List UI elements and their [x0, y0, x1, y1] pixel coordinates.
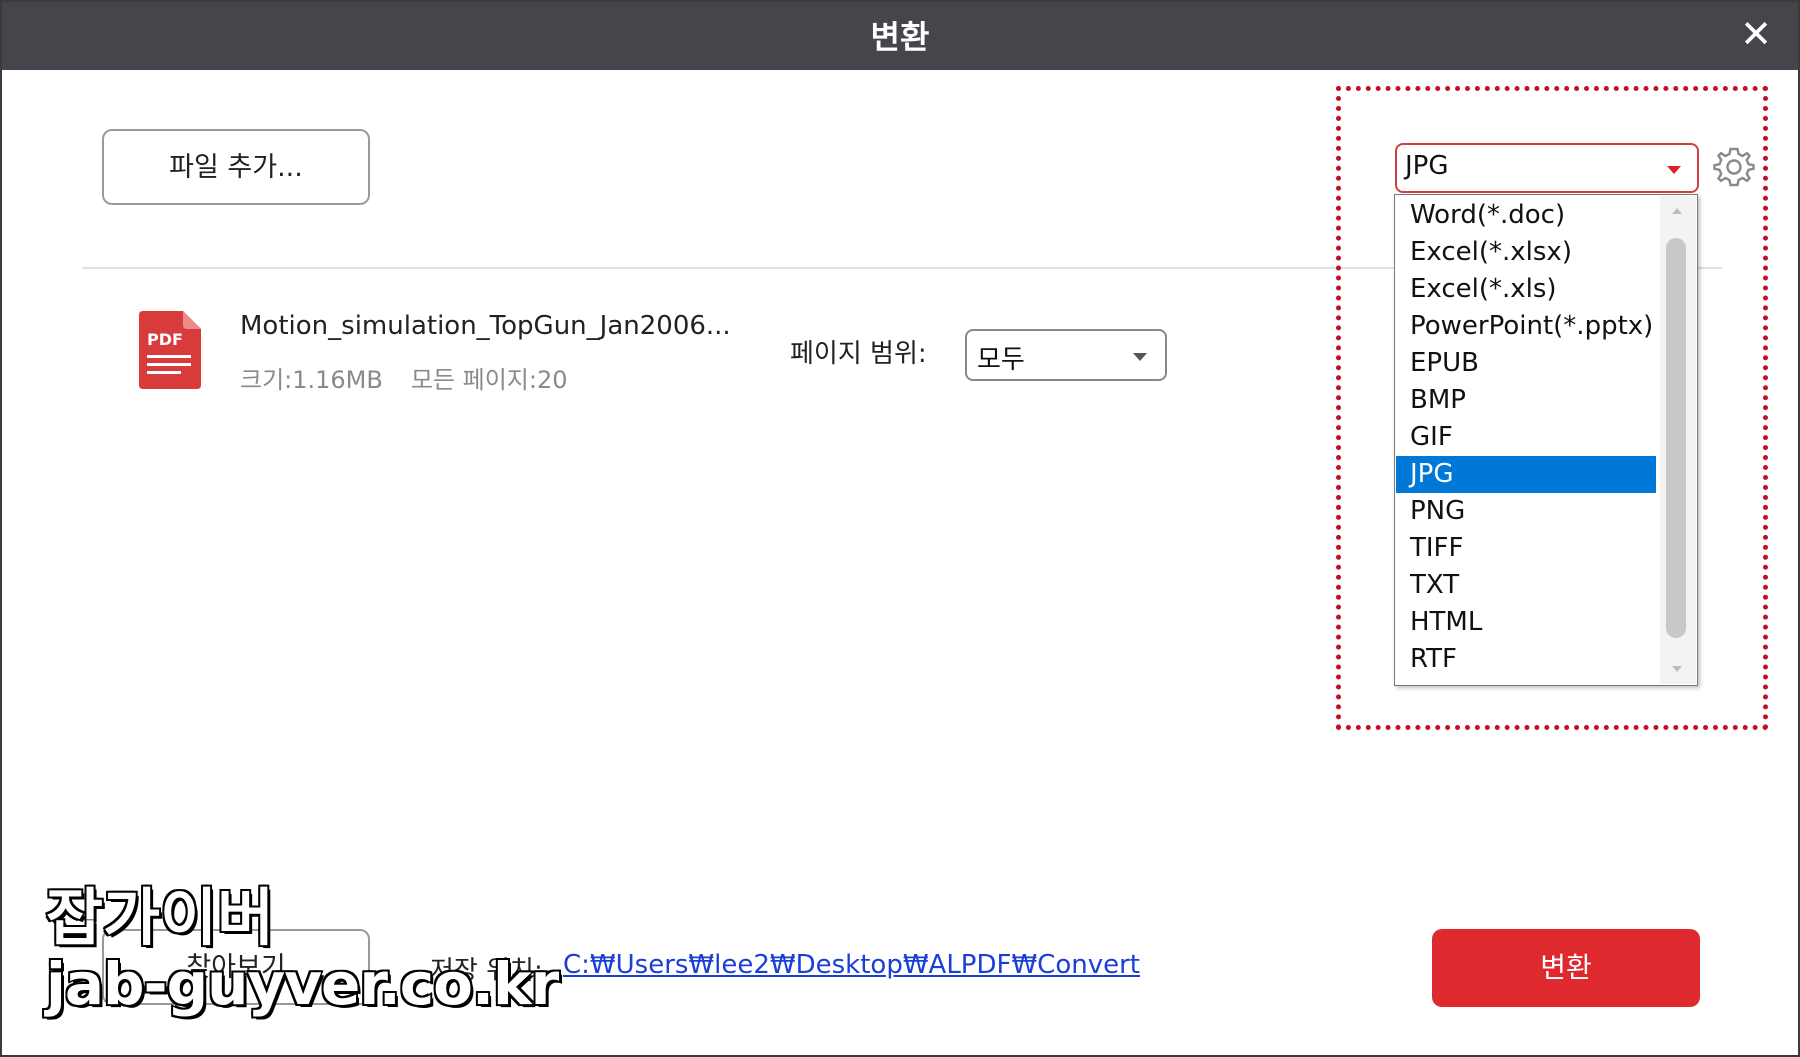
scroll-thumb[interactable] — [1666, 238, 1686, 638]
chevron-down-icon — [1667, 166, 1681, 174]
close-icon[interactable]: ✕ — [1736, 14, 1776, 54]
format-option[interactable]: TIFF — [1396, 530, 1656, 567]
page-range-select[interactable]: 모두 — [965, 329, 1167, 381]
file-page-count: 모든 페이지:20 — [410, 366, 568, 394]
format-dropdown-list: Word(*.doc) Excel(*.xlsx) Excel(*.xls) P… — [1394, 194, 1698, 686]
scroll-up-icon[interactable] — [1672, 208, 1682, 214]
pdf-icon-text: PDF — [147, 330, 183, 349]
format-option[interactable]: PNG — [1396, 493, 1656, 530]
scroll-down-icon[interactable] — [1672, 666, 1682, 672]
format-option[interactable]: RTF — [1396, 641, 1656, 678]
file-size: 크기:1.16MB — [240, 366, 383, 394]
watermark: 잡가이버 jab-guyver.co.kr — [44, 881, 560, 1018]
watermark-line-2: jab-guyver.co.kr — [44, 950, 560, 1018]
format-option[interactable]: EPUB — [1396, 345, 1656, 382]
file-meta: 크기:1.16MB 모든 페이지:20 — [240, 360, 596, 395]
add-file-button[interactable]: 파일 추가... — [102, 129, 370, 205]
format-option[interactable]: Excel(*.xls) — [1396, 271, 1656, 308]
gear-icon[interactable] — [1713, 145, 1755, 187]
title-bar: 변환 ✕ — [2, 2, 1798, 70]
watermark-line-1: 잡가이버 — [44, 881, 275, 954]
page-range-label: 페이지 범위: — [790, 339, 927, 369]
chevron-down-icon — [1133, 353, 1147, 361]
save-path-link[interactable]: C:₩Users₩lee2₩Desktop₩ALPDF₩Convert — [563, 950, 1140, 980]
format-option[interactable]: TXT — [1396, 567, 1656, 604]
pdf-file-icon: PDF — [139, 311, 201, 389]
format-option[interactable]: HTML — [1396, 604, 1656, 641]
dialog-title: 변환 — [870, 18, 930, 56]
format-option[interactable]: BMP — [1396, 382, 1656, 419]
convert-button[interactable]: 변환 — [1432, 929, 1700, 1007]
format-option-selected[interactable]: JPG — [1396, 456, 1656, 493]
format-option[interactable]: PowerPoint(*.pptx) — [1396, 308, 1656, 345]
format-option[interactable]: GIF — [1396, 419, 1656, 456]
format-option[interactable]: Excel(*.xlsx) — [1396, 234, 1656, 271]
format-select[interactable]: JPG — [1395, 143, 1699, 193]
dropdown-scrollbar[interactable] — [1660, 196, 1696, 684]
file-name: Motion_simulation_TopGun_Jan2006... — [240, 311, 731, 341]
format-selected-value: JPG — [1405, 151, 1449, 181]
page-range-value: 모두 — [977, 345, 1025, 375]
format-option[interactable]: Word(*.doc) — [1396, 197, 1656, 234]
